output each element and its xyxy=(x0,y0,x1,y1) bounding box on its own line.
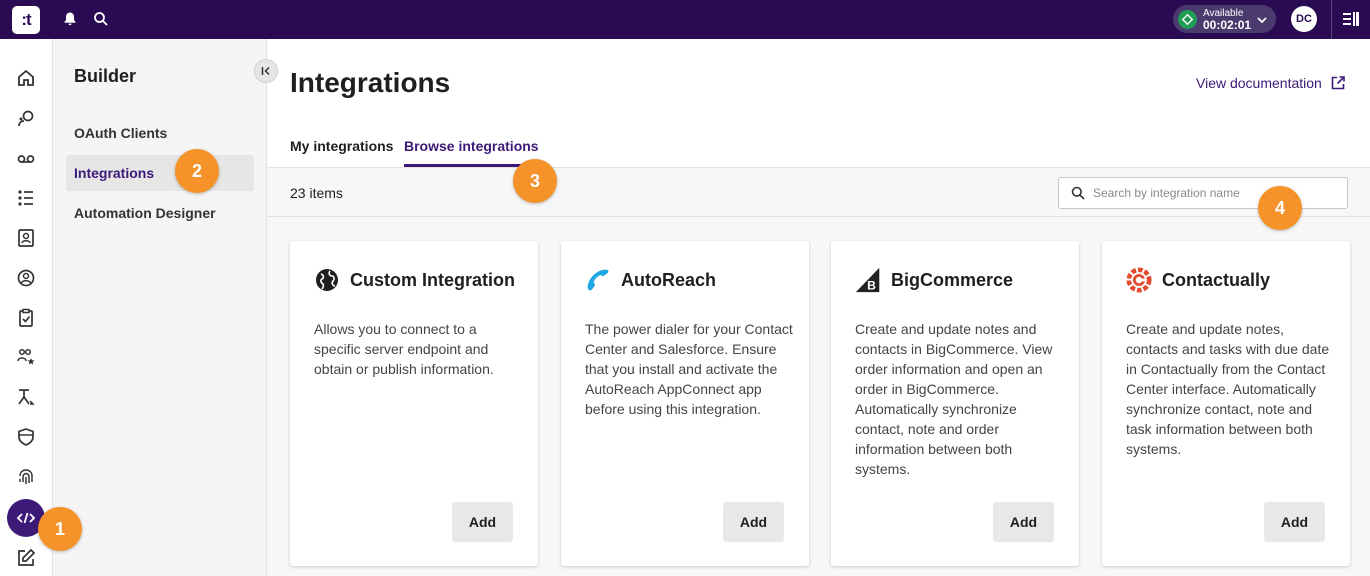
sidebar-item-automation-designer[interactable]: Automation Designer xyxy=(66,195,254,231)
sidebar-title: Builder xyxy=(74,66,137,86)
card-description: Create and update notes, contacts and ta… xyxy=(1126,321,1330,457)
item-count: 23 items xyxy=(290,185,343,201)
status-timer: 00:02:01 xyxy=(1203,18,1252,32)
external-link-icon xyxy=(1331,76,1345,90)
step-badge-1: 1 xyxy=(38,507,82,551)
step-badge-4: 4 xyxy=(1258,186,1302,230)
chevron-down-icon xyxy=(1256,13,1268,31)
contact-card-icon[interactable] xyxy=(15,227,37,249)
sidebar-item-oauth-clients[interactable]: OAuth Clients xyxy=(66,115,254,151)
add-button[interactable]: Add xyxy=(1264,502,1325,542)
card-description: Create and update notes and contacts in … xyxy=(855,321,1053,477)
clipboard-check-icon[interactable] xyxy=(15,307,37,329)
search-icon[interactable] xyxy=(92,10,110,28)
card-description: The power dialer for your Contact Center… xyxy=(585,321,793,417)
integration-card-autoreach: AutoReach The power dialer for your Cont… xyxy=(561,241,809,566)
view-documentation-label: View documentation xyxy=(1196,75,1322,91)
tab-browse-integrations[interactable]: Browse integrations xyxy=(404,138,539,167)
tab-my-integrations[interactable]: My integrations xyxy=(290,138,393,167)
edit-icon[interactable] xyxy=(15,547,37,569)
bell-icon[interactable] xyxy=(61,10,79,28)
add-button[interactable]: Add xyxy=(452,502,513,542)
left-rail xyxy=(0,39,53,576)
view-documentation-link[interactable]: View documentation xyxy=(1196,75,1346,91)
contactually-logo xyxy=(1126,267,1152,293)
search-icon xyxy=(1071,186,1085,200)
app-logo[interactable]: :t xyxy=(12,6,40,34)
step-badge-2: 2 xyxy=(175,149,219,193)
top-bar: :t Available 00:02:01 DC xyxy=(0,0,1370,39)
list-toolbar: 23 items xyxy=(267,167,1370,217)
card-title: Contactually xyxy=(1162,269,1271,290)
integration-card-custom: Custom Integration Allows you to connect… xyxy=(290,241,538,566)
integration-card-contactually: Contactually Create and update notes, co… xyxy=(1102,241,1350,566)
card-title: Custom Integration xyxy=(350,269,515,290)
agent-icon[interactable] xyxy=(15,267,37,289)
svg-text:B: B xyxy=(867,279,876,293)
topbar-divider xyxy=(1331,0,1332,39)
bigcommerce-logo: B xyxy=(855,267,881,293)
integration-card-bigcommerce: B BigCommerce Create and update notes an… xyxy=(831,241,1079,566)
autoreach-logo xyxy=(585,267,611,293)
voicemail-icon[interactable] xyxy=(15,148,37,170)
step-badge-3: 3 xyxy=(513,159,557,203)
home-icon[interactable] xyxy=(15,67,37,89)
status-text: Available 00:02:01 xyxy=(1203,8,1251,31)
card-description: Allows you to connect to a specific serv… xyxy=(314,321,494,377)
conversation-icon[interactable] xyxy=(15,108,37,130)
user-avatar[interactable]: DC xyxy=(1291,6,1317,32)
add-button[interactable]: Add xyxy=(723,502,784,542)
side-panel-icon[interactable] xyxy=(1342,10,1360,33)
card-title: AutoReach xyxy=(621,269,717,290)
card-title: BigCommerce xyxy=(891,269,1014,290)
list-icon[interactable] xyxy=(15,187,37,209)
availability-status[interactable]: Available 00:02:01 xyxy=(1173,5,1276,33)
integration-cards: Custom Integration Allows you to connect… xyxy=(267,217,1370,576)
search-box[interactable] xyxy=(1058,177,1348,209)
add-button[interactable]: Add xyxy=(993,502,1054,542)
shield-icon[interactable] xyxy=(15,426,37,448)
status-indicator-icon xyxy=(1178,10,1197,29)
fingerprint-icon[interactable] xyxy=(15,466,37,488)
sidebar-item-integrations[interactable]: Integrations xyxy=(66,155,254,191)
page-title: Integrations xyxy=(290,67,451,98)
flow-icon[interactable] xyxy=(15,386,37,408)
team-star-icon[interactable] xyxy=(15,346,37,368)
globe-icon xyxy=(314,267,340,293)
main-content: Integrations View documentation My integ… xyxy=(267,39,1370,576)
builder-sidebar: Builder OAuth Clients Integrations Autom… xyxy=(53,39,278,576)
